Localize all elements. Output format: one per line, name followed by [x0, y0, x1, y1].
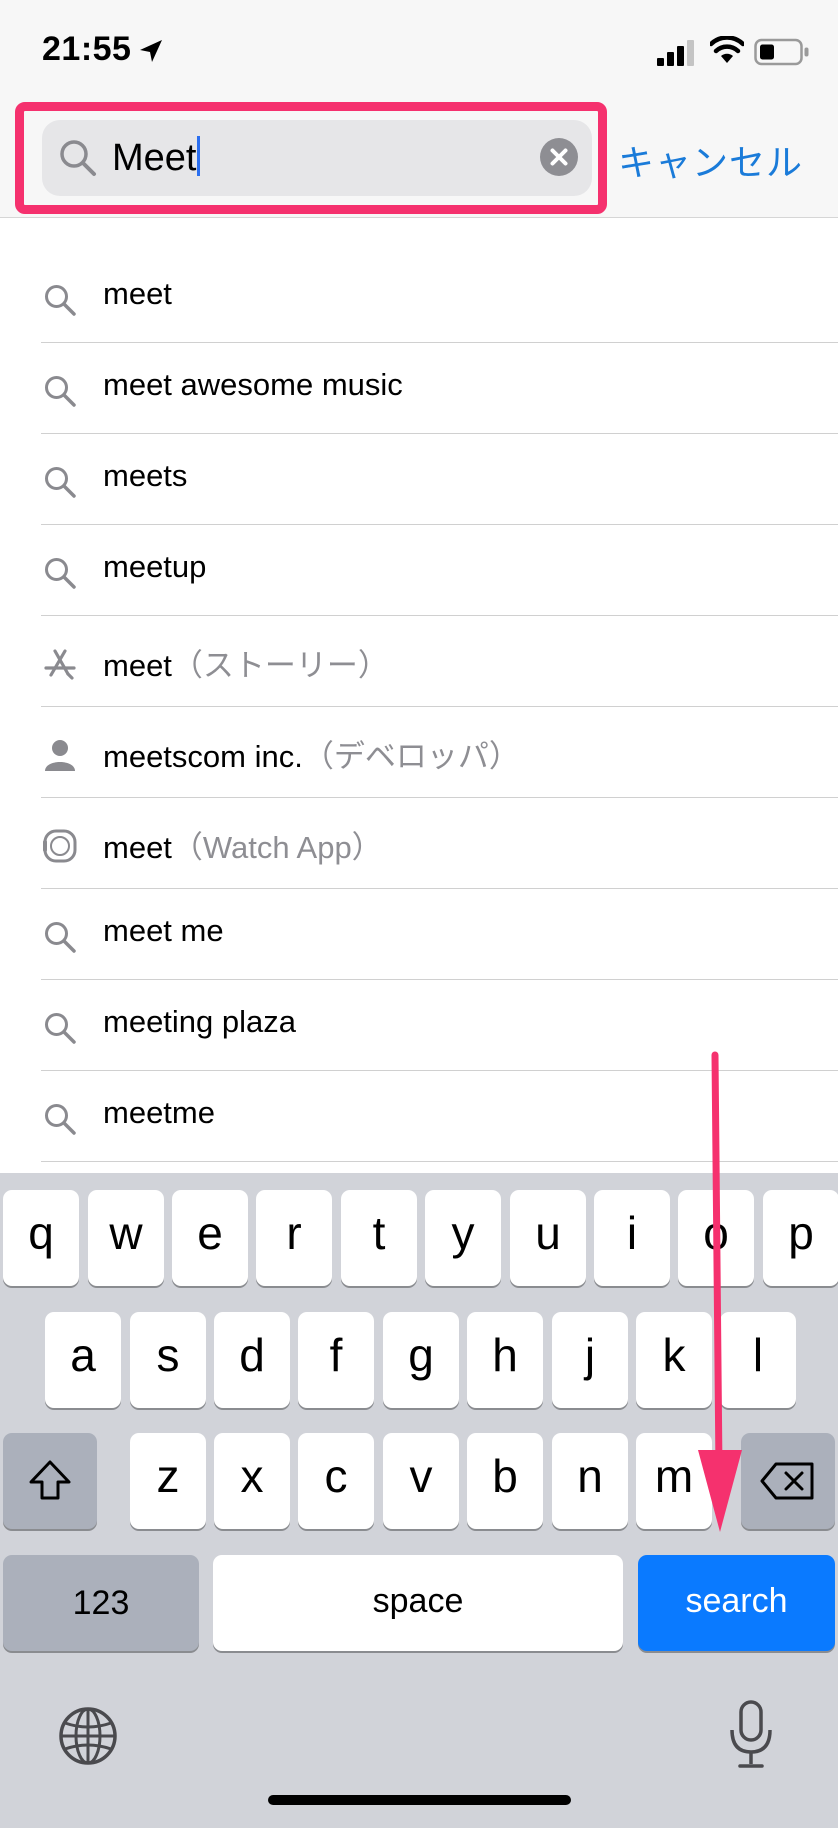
suggestion-label: meetme: [103, 1095, 215, 1130]
status-time: 21:55: [42, 30, 132, 68]
backspace-icon: [760, 1462, 814, 1500]
suggestion-item[interactable]: meetup: [0, 525, 838, 616]
key-r[interactable]: r: [256, 1190, 332, 1286]
watch-icon: [43, 829, 77, 863]
search-key[interactable]: search: [638, 1555, 835, 1651]
location-arrow-icon: [140, 40, 162, 62]
numbers-key[interactable]: 123: [3, 1555, 199, 1651]
key-q[interactable]: q: [3, 1190, 79, 1286]
key-j[interactable]: j: [552, 1312, 628, 1408]
suggestion-label: meet（Watch App）: [103, 830, 383, 865]
suggestion-label: meeting plaza: [103, 1004, 297, 1039]
key-f[interactable]: f: [298, 1312, 374, 1408]
suggestion-label: meet（ストーリー）: [103, 648, 389, 683]
key-b[interactable]: b: [467, 1433, 543, 1529]
key-h[interactable]: h: [467, 1312, 543, 1408]
app-store-icon: [44, 649, 76, 680]
key-w[interactable]: w: [88, 1190, 164, 1286]
search-icon: [45, 285, 76, 316]
key-s[interactable]: s: [130, 1312, 206, 1408]
key-v[interactable]: v: [383, 1433, 459, 1529]
cellular-signal-icon: [657, 40, 694, 66]
key-p[interactable]: p: [763, 1190, 838, 1286]
search-icon: [45, 467, 76, 498]
key-d[interactable]: d: [214, 1312, 290, 1408]
globe-icon[interactable]: [58, 1706, 118, 1766]
key-x[interactable]: x: [214, 1433, 290, 1529]
key-n[interactable]: n: [552, 1433, 628, 1529]
suggestion-label: meets: [103, 458, 188, 493]
suggestion-label: meetscom inc.（デベロッパ）: [103, 739, 520, 774]
suggestion-label: meetup: [103, 549, 207, 584]
key-g[interactable]: g: [383, 1312, 459, 1408]
key-z[interactable]: z: [130, 1433, 206, 1529]
key-a[interactable]: a: [45, 1312, 121, 1408]
home-indicator: [268, 1795, 571, 1805]
annotation-arrow: [698, 1051, 742, 1532]
suggestion-label: meet awesome music: [103, 367, 403, 402]
search-icon: [45, 922, 76, 953]
key-c[interactable]: c: [298, 1433, 374, 1529]
key-i[interactable]: i: [594, 1190, 670, 1286]
shift-key[interactable]: [3, 1433, 97, 1529]
suggestion-list: meet meet awesome music meets meetup mee…: [0, 252, 838, 1162]
wifi-icon: [710, 36, 744, 63]
search-icon: [45, 1013, 76, 1044]
suggestion-item[interactable]: meet（ストーリー）: [0, 616, 838, 707]
suggestion-item[interactable]: meet（Watch App）: [0, 798, 838, 889]
suggestion-item[interactable]: meet awesome music: [0, 343, 838, 434]
suggestion-label: meet me: [103, 913, 224, 948]
search-icon: [45, 1104, 76, 1135]
key-y[interactable]: y: [425, 1190, 501, 1286]
key-e[interactable]: e: [172, 1190, 248, 1286]
search-icon: [45, 376, 76, 407]
space-key[interactable]: space: [213, 1555, 623, 1651]
key-u[interactable]: u: [510, 1190, 586, 1286]
cancel-button[interactable]: キャンセル: [618, 134, 803, 186]
suggestion-item[interactable]: meet: [0, 252, 838, 343]
suggestion-label: meet: [103, 276, 172, 311]
shift-icon: [29, 1460, 71, 1500]
person-icon: [45, 740, 75, 771]
suggestion-item[interactable]: meets: [0, 434, 838, 525]
suggestion-item[interactable]: meet me: [0, 889, 838, 980]
key-t[interactable]: t: [341, 1190, 417, 1286]
search-highlight-annotation: [15, 102, 607, 214]
microphone-icon[interactable]: [728, 1700, 774, 1770]
suggestion-item[interactable]: meetscom inc.（デベロッパ）: [0, 707, 838, 798]
battery-icon: [754, 38, 809, 66]
delete-key[interactable]: [741, 1433, 835, 1529]
search-icon: [45, 558, 76, 589]
status-bar: 21:55: [0, 0, 838, 100]
